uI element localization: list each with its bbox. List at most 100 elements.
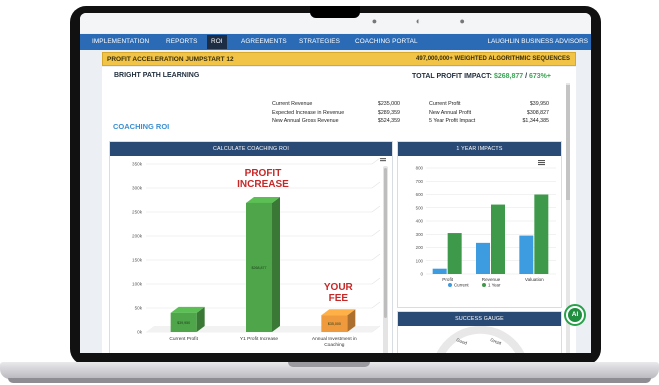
- impacts-chart-card: 1 YEAR IMPACTS 0 100 200 300 400 500 600 700 800…: [397, 141, 562, 308]
- gridline-depth: [371, 277, 381, 285]
- nav-agreements[interactable]: AGREEMENTS: [241, 38, 287, 45]
- banner-subtitle: 497,000,000+ WEIGHTED ALGORITHMIC SEQUEN…: [416, 56, 570, 62]
- metric-value: $235,000: [377, 101, 400, 107]
- ai-assistant-button[interactable]: AI: [564, 304, 586, 326]
- metric-value: $308,827: [526, 109, 549, 116]
- gridline-depth: [371, 253, 381, 261]
- y-tick-label: 100k: [132, 282, 143, 287]
- nav-implementation[interactable]: IMPLEMENTATION: [92, 38, 149, 45]
- status-icons: ● ◐ ●: [371, 16, 483, 26]
- metric-label: New Annual Profit: [429, 109, 472, 116]
- x-tick-label: Profit: [442, 277, 453, 282]
- company-name: BRIGHT PATH LEARNING: [114, 72, 200, 79]
- impacts-chart: 0 100 200 300 400 500 600 700 800 Profit Revenue Va…: [416, 160, 556, 288]
- impacts-card-title: 1 YEAR IMPACTS: [398, 142, 561, 156]
- y-tick-label: 50k: [135, 306, 143, 311]
- main-nav: IMPLEMENTATION REPORTS ROI AGREEMENTS ST…: [80, 34, 591, 50]
- y-tick-label: 350k: [132, 162, 143, 167]
- annotation-increase: INCREASE: [237, 179, 289, 190]
- nav-strategies[interactable]: STRATEGIES: [299, 38, 340, 45]
- y-tick-label: 200: [416, 245, 424, 250]
- y-tick-label: 500: [416, 205, 424, 210]
- metric-row: New Annual Gross Revenue $524,359: [272, 117, 400, 126]
- metric-label: Current Revenue: [272, 101, 313, 107]
- nav-reports[interactable]: REPORTS: [166, 38, 197, 45]
- metric-label: Current Profit: [429, 101, 461, 107]
- bar-data-label: $268,877: [252, 266, 267, 270]
- y-tick-label: 800: [416, 166, 424, 171]
- roi-chart-card: CALCULATE COACHING ROI 0k 50k 100k 150k 200k…: [109, 141, 393, 353]
- chart-menu-icon: [538, 164, 545, 166]
- legend-marker: [448, 283, 452, 287]
- bar-side: [272, 196, 280, 332]
- x-tick-label: Annual Investment in: [312, 336, 357, 342]
- bar-data-label: $35,000: [328, 322, 341, 326]
- roi-card-title: CALCULATE COACHING ROI: [110, 142, 392, 156]
- gauge-label-good: Good: [456, 337, 469, 346]
- gridline-depth: [371, 157, 381, 165]
- profit-metrics: Current Profit $39,950 New Annual Profit $…: [429, 100, 549, 126]
- y-tick-label: 200k: [132, 234, 143, 239]
- y-tick-label: 700: [416, 179, 424, 184]
- annotation-fee: FEE: [329, 293, 349, 304]
- gridline-depth: [371, 229, 381, 237]
- bar: [534, 194, 549, 274]
- camera-notch: [310, 6, 360, 18]
- impact-separator: /: [525, 73, 528, 80]
- metric-label: 5 Year Profit Impact: [429, 118, 476, 124]
- roi-chart: 0k 50k 100k 150k 200k 250k 300k 350k $39,950 Curr…: [132, 157, 386, 348]
- metric-value: $1,344,385: [522, 118, 549, 124]
- legend-label: Current: [454, 283, 469, 288]
- bar-data-label: $39,950: [177, 321, 190, 325]
- laptop-base-foot: [8, 378, 651, 383]
- card-scroll-thumb[interactable]: [384, 168, 387, 318]
- x-tick-label: Coaching: [324, 342, 345, 348]
- legend-label: 1 Year: [488, 283, 501, 288]
- annotation-your: YOUR: [324, 282, 354, 293]
- annotation-profit: PROFIT: [245, 168, 282, 179]
- ai-button-label[interactable]: AI: [568, 308, 582, 322]
- chart-menu-icon: [380, 160, 386, 162]
- chart-menu-icon: [380, 158, 386, 160]
- banner-title: PROFIT ACCELERATION JUMPSTART 12: [107, 56, 234, 63]
- metric-row: 5 Year Profit Impact $1,344,385: [429, 117, 549, 126]
- app-screen: ● ◐ ● IMPLEMENTATION REPORTS ROI AGREEME…: [80, 13, 591, 353]
- y-tick-label: 300k: [132, 186, 143, 191]
- revenue-metrics: Current Revenue $235,000 Expected Increas…: [272, 100, 400, 126]
- metric-row: Current Revenue $235,000: [272, 100, 400, 109]
- y-tick-label: 0: [421, 272, 424, 277]
- x-tick-label: Revenue: [482, 277, 501, 282]
- total-profit-impact: TOTAL PROFIT IMPACT: $268,877 / 673%+: [412, 73, 551, 80]
- bar: [432, 268, 447, 274]
- gridline-depth: [371, 301, 381, 309]
- metric-value: $524,359: [377, 118, 400, 124]
- impact-percent: 673%+: [529, 73, 551, 80]
- y-tick-label: 600: [416, 192, 424, 197]
- nav-coaching-portal[interactable]: COACHING PORTAL: [355, 38, 418, 45]
- brand-name[interactable]: LAUGHLIN BUSINESS ADVISORS: [487, 38, 588, 45]
- metric-label: Expected Increase in Revenue: [272, 109, 345, 116]
- nav-roi[interactable]: ROI: [207, 35, 227, 49]
- y-tick-label: 400: [416, 219, 424, 224]
- bar: [519, 235, 534, 274]
- metric-row: Expected Increase in Revenue $289,359: [272, 109, 400, 118]
- laptop-mockup: ● ◐ ● IMPLEMENTATION REPORTS ROI AGREEME…: [0, 0, 659, 385]
- laptop-base-groove: [288, 362, 370, 367]
- section-title: COACHING ROI: [113, 122, 170, 131]
- page-scroll-thumb[interactable]: [566, 85, 570, 200]
- y-tick-label: 250k: [132, 210, 143, 215]
- y-tick-label: 300: [416, 232, 424, 237]
- chart-menu-icon: [538, 160, 545, 162]
- metric-value: $289,359: [377, 109, 400, 116]
- gridline-depth: [371, 205, 381, 213]
- y-tick-label: 100: [416, 258, 424, 263]
- bar: [476, 242, 490, 274]
- success-gauge-card: SUCCESS GAUGE Good Great: [397, 311, 562, 353]
- y-tick-label: 150k: [132, 258, 143, 263]
- gauge-graphic: Good Great: [436, 325, 525, 353]
- x-tick-label: Y1 Profit Increase: [240, 336, 278, 342]
- bar: [491, 204, 505, 274]
- metric-value: $39,950: [529, 101, 549, 107]
- chart-menu-icon: [538, 162, 545, 164]
- gauge-card-title: SUCCESS GAUGE: [398, 312, 561, 326]
